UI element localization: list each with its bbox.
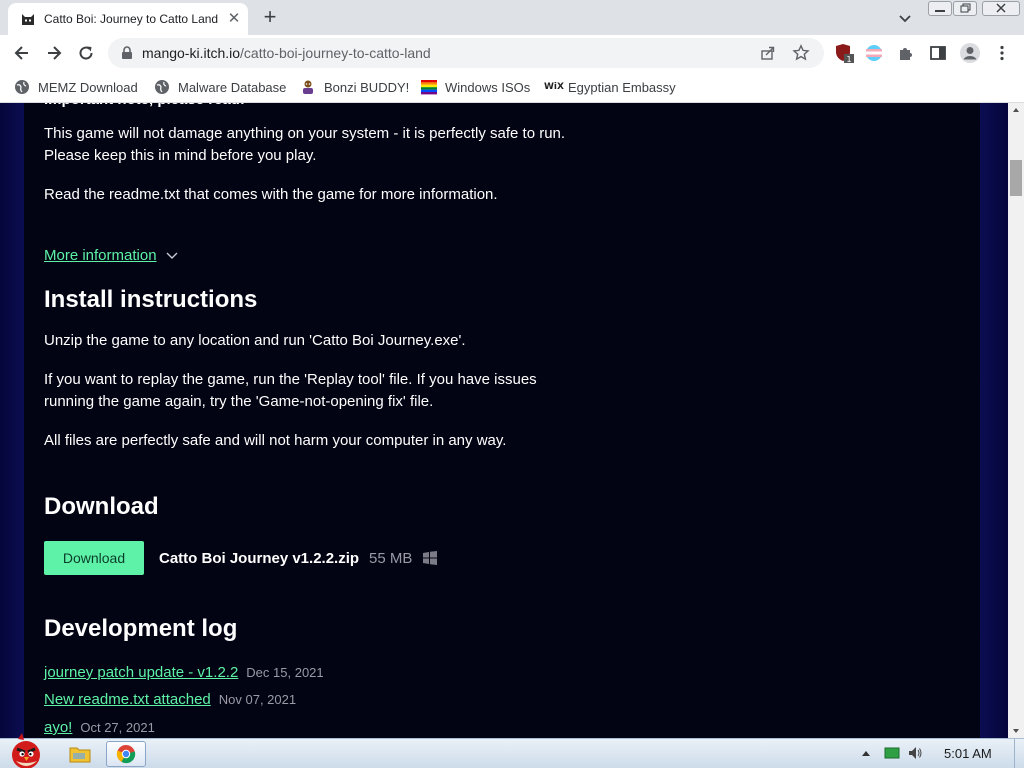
reload-button[interactable] — [74, 41, 98, 65]
install-paragraph-2: If you want to replay the game, run the … — [44, 371, 537, 410]
vertical-scrollbar[interactable] — [1008, 103, 1024, 738]
tab-strip: Catto Boi: Journey to Catto Land ✕ + — [0, 0, 1024, 35]
bookmark-label: Egyptian Embassy — [568, 79, 676, 95]
start-button-angry-bird-icon[interactable] — [4, 731, 48, 768]
tray-expand-icon[interactable] — [860, 748, 872, 758]
devlog-link[interactable]: journey patch update - v1.2.2 — [44, 664, 238, 681]
cut-off-heading: Important note, please read: — [44, 103, 604, 111]
url-text[interactable]: mango-ki.itch.io/catto-boi-journey-to-ca… — [142, 45, 431, 61]
cat-favicon-icon — [22, 14, 34, 25]
globe-icon — [155, 80, 169, 94]
bookmark-bonzi-buddy[interactable]: Bonzi BUDDY! — [300, 76, 409, 98]
bookmark-star-icon[interactable] — [792, 44, 810, 62]
restore-button[interactable] — [953, 1, 977, 16]
lock-icon[interactable] — [120, 46, 134, 60]
scroll-up-arrow-icon[interactable] — [1008, 103, 1024, 117]
scroll-down-arrow-icon[interactable] — [1008, 724, 1024, 738]
rainbow-flag-icon — [421, 80, 437, 95]
browser-toolbar: mango-ki.itch.io/catto-boi-journey-to-ca… — [0, 35, 1024, 71]
chevron-down-icon — [166, 252, 178, 259]
devlog-date: Oct 27, 2021 — [80, 720, 155, 735]
taskbar-clock[interactable]: 5:01 AM — [944, 746, 992, 762]
readme-note: Read the readme.txt that comes with the … — [44, 186, 498, 203]
bookmark-label: Windows ISOs — [445, 79, 531, 95]
restore-icon — [960, 3, 971, 13]
file-size: 55 MB — [369, 549, 413, 567]
close-icon — [996, 3, 1006, 13]
bookmark-memz-download[interactable]: MEMZ Download — [14, 76, 138, 98]
devlog-heading: Development log — [44, 615, 238, 642]
taskbar-chrome[interactable] — [106, 741, 146, 767]
trans-flag-icon — [866, 45, 882, 61]
new-tab-button[interactable]: + — [258, 6, 282, 30]
menu-button[interactable] — [990, 41, 1014, 65]
more-information-label: More information — [44, 247, 157, 264]
taskbar-explorer[interactable] — [60, 741, 100, 767]
install-paragraph-3: All files are perfectly safe and will no… — [44, 432, 507, 449]
devlog-date: Nov 07, 2021 — [218, 692, 297, 707]
url-path: /catto-boi-journey-to-catto-land — [240, 45, 431, 61]
back-button[interactable] — [10, 41, 34, 65]
devlog-entry: New readme.txt attached Nov 07, 2021 — [44, 691, 296, 713]
profile-button[interactable] — [958, 41, 982, 65]
install-heading: Install instructions — [44, 286, 258, 313]
install-paragraph-1: Unzip the game to any location and run '… — [44, 332, 466, 349]
wix-icon: WiX — [544, 82, 564, 92]
windows-icon — [423, 551, 438, 565]
chrome-icon — [116, 745, 136, 764]
extensions-button[interactable] — [894, 41, 918, 65]
puzzle-piece-icon — [900, 48, 912, 60]
windows-taskbar: 5:01 AM — [0, 733, 1024, 768]
devlog-link[interactable]: New readme.txt attached — [44, 691, 211, 708]
side-panel-icon — [930, 46, 946, 60]
file-name: Catto Boi Journey v1.2.2.zip — [159, 549, 360, 567]
safety-note: This game will not damage anything on yo… — [44, 125, 566, 164]
close-window-button[interactable] — [982, 1, 1020, 16]
active-tab[interactable]: Catto Boi: Journey to Catto Land ✕ — [8, 3, 248, 35]
page-viewport: Important note, please read: This game w… — [0, 103, 1008, 738]
download-button[interactable]: Download — [44, 541, 144, 575]
game-page-body: Important note, please read: This game w… — [0, 103, 1008, 738]
shield-extension-button[interactable]: 1 — [832, 41, 856, 65]
bookmark-egyptian-embassy[interactable]: WiX Egyptian Embassy — [544, 76, 676, 98]
tab-close-icon[interactable]: ✕ — [226, 11, 242, 27]
minimize-icon — [935, 10, 945, 12]
bookmark-label: MEMZ Download — [38, 79, 138, 95]
minimize-button[interactable] — [928, 1, 952, 16]
flag-extension-button[interactable] — [862, 41, 886, 65]
back-arrow-icon — [14, 46, 28, 60]
url-host: mango-ki.itch.io — [142, 45, 241, 61]
forward-button[interactable] — [42, 41, 66, 65]
devlog-entry: journey patch update - v1.2.2 Dec 15, 20… — [44, 664, 324, 686]
folder-icon — [69, 747, 91, 763]
devlog-link[interactable]: ayo! — [44, 719, 72, 736]
show-desktop-button[interactable] — [1014, 739, 1024, 768]
bookmark-windows-isos[interactable]: Windows ISOs — [421, 76, 530, 98]
share-icon[interactable] — [760, 45, 776, 61]
bookmarks-bar: MEMZ Download Malware Database Bonzi BUD… — [0, 71, 1024, 103]
volume-icon[interactable] — [907, 745, 923, 761]
tab-search-chevron-icon[interactable] — [896, 9, 914, 27]
side-panel-button[interactable] — [926, 41, 950, 65]
scrollbar-thumb[interactable] — [1010, 160, 1022, 196]
globe-icon — [15, 80, 29, 94]
devlog-entry: ayo! Oct 27, 2021 — [44, 719, 155, 738]
forward-arrow-icon — [48, 46, 62, 60]
address-bar[interactable]: mango-ki.itch.io/catto-boi-journey-to-ca… — [108, 38, 824, 68]
avatar-icon — [960, 43, 980, 63]
download-heading: Download — [44, 493, 159, 520]
reload-icon — [79, 46, 93, 60]
bookmark-label: Bonzi BUDDY! — [324, 79, 410, 95]
more-information-link[interactable]: More information — [44, 245, 178, 267]
network-icon[interactable] — [884, 746, 900, 760]
extension-badge: 1 — [846, 55, 851, 64]
bonzi-icon — [303, 80, 313, 94]
tab-title: Catto Boi: Journey to Catto Land — [44, 12, 219, 26]
download-file-row: Catto Boi Journey v1.2.2.zip 55 MB — [159, 547, 438, 569]
bookmark-label: Malware Database — [178, 79, 287, 95]
shield-extension-icon: 1 — [836, 44, 854, 64]
devlog-date: Dec 15, 2021 — [246, 665, 324, 680]
bookmark-malware-database[interactable]: Malware Database — [154, 76, 286, 98]
kebab-menu-icon — [1000, 45, 1004, 61]
